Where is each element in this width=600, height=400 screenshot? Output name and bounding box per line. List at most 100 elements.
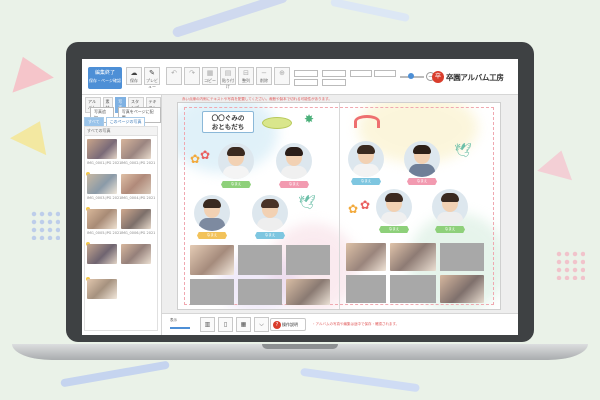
- empty-photo-frame[interactable]: [346, 275, 386, 303]
- add-button[interactable]: ⊕: [274, 67, 290, 85]
- decor-triangle: [537, 145, 579, 181]
- left-panel: アルバム 素材 写真 スタンプ テキスト 写真追加 写真をページに配置 すべて …: [82, 95, 162, 335]
- align-button[interactable]: ⊟ 整列: [238, 67, 254, 85]
- flower-decoration[interactable]: ✿: [190, 153, 200, 165]
- finish-sub-label: 保存・ページ確認: [89, 78, 121, 83]
- list-item[interactable]: IMG_0001.JPG 2021/03 IMG_0002.JPG 2021/0…: [85, 136, 157, 171]
- star-decoration[interactable]: ✸: [304, 113, 314, 125]
- bird-decoration[interactable]: 🕊: [454, 143, 472, 159]
- grid-view-button[interactable]: ▦: [236, 317, 251, 332]
- photo-thumbnail[interactable]: [87, 279, 117, 299]
- layout-warning-text: 赤い点線の内側にテキストや写真を配置してください。裁断や製本で切れる可能性があり…: [182, 97, 332, 101]
- name-ribbon[interactable]: なまえ: [279, 181, 309, 188]
- page-title[interactable]: 〇〇ぐみの おともだち: [202, 111, 254, 133]
- flower-decoration[interactable]: ✿: [348, 203, 358, 215]
- photo-thumbnail[interactable]: [87, 174, 117, 194]
- decor-triangle: [2, 49, 54, 93]
- name-ribbon[interactable]: なまえ: [379, 226, 409, 233]
- single-view-button[interactable]: ▯: [218, 317, 233, 332]
- child-portrait[interactable]: [218, 143, 254, 179]
- list-item[interactable]: [85, 276, 157, 311]
- name-ribbon[interactable]: なまえ: [407, 178, 437, 185]
- album-spread[interactable]: 〇〇ぐみの おともだち ✸ ✿ ✿ なまえ なまえ なまえ なまえ 🕊 なまえ …: [178, 103, 500, 309]
- height-field[interactable]: [322, 79, 346, 86]
- decor-stripe: [300, 367, 420, 393]
- placed-photo[interactable]: [190, 245, 234, 275]
- child-portrait[interactable]: [404, 141, 440, 177]
- help-button[interactable]: ? 操作説明: [270, 318, 306, 331]
- layout-button[interactable]: ⌵: [254, 317, 269, 332]
- redo-button[interactable]: ↷: [184, 67, 200, 85]
- child-portrait[interactable]: [252, 195, 288, 231]
- bottom-toolbar: 表示 ▥ ▯ ▦ ⌵ ? 操作説明 ・アルバムの写真や編集は途中で保存・確認され…: [162, 313, 518, 335]
- delete-button[interactable]: − 削除: [256, 67, 272, 85]
- logo-mark: 卒: [432, 71, 444, 83]
- name-ribbon[interactable]: なまえ: [197, 232, 227, 239]
- list-item[interactable]: IMG_0005.JPG 2021/03 IMG_0006.JPG 2021/0…: [85, 206, 157, 241]
- zoom-slider-knob[interactable]: [408, 73, 414, 79]
- rotation-field[interactable]: [350, 70, 372, 77]
- placed-photo[interactable]: [390, 243, 436, 271]
- photo-list-header: すべての写真: [85, 127, 157, 136]
- photo-thumbnail[interactable]: [121, 139, 151, 159]
- photo-thumbnail[interactable]: [121, 174, 151, 194]
- preview-button[interactable]: ✎ プレビュー: [144, 67, 160, 89]
- photo-thumbnail[interactable]: [121, 209, 151, 229]
- brand-logo: 卒 卒園アルバム工房: [432, 71, 504, 83]
- page-divider: [339, 103, 340, 309]
- finish-editing-button[interactable]: 編集終了 保存・ページ確認: [88, 67, 122, 89]
- child-portrait[interactable]: [432, 189, 468, 225]
- name-ribbon[interactable]: なまえ: [351, 178, 381, 185]
- copy-icon: ▦: [206, 69, 214, 77]
- y-field[interactable]: [322, 70, 346, 77]
- save-button[interactable]: ☁ 保存: [126, 67, 142, 85]
- empty-photo-frame[interactable]: [238, 245, 282, 275]
- photo-thumbnail[interactable]: [87, 139, 117, 159]
- cloud-save-icon: ☁: [130, 69, 138, 77]
- undo-button[interactable]: ↶: [166, 67, 182, 85]
- name-ribbon[interactable]: なまえ: [435, 226, 465, 233]
- x-field[interactable]: [294, 70, 318, 77]
- align-icon: ⊟: [243, 69, 249, 77]
- photo-caption: IMG_0001.JPG 2021/03: [87, 161, 121, 165]
- list-item[interactable]: IMG_0003.JPG 2021/03 IMG_0004.JPG 2021/0…: [85, 171, 157, 206]
- name-ribbon[interactable]: なまえ: [255, 232, 285, 239]
- child-portrait[interactable]: [276, 143, 312, 179]
- flower-decoration[interactable]: ✿: [360, 199, 370, 211]
- bird-decoration[interactable]: 🕊: [298, 195, 316, 211]
- child-portrait[interactable]: [376, 189, 412, 225]
- photo-thumbnail[interactable]: [121, 244, 151, 264]
- placed-photo[interactable]: [286, 279, 330, 305]
- width-field[interactable]: [294, 79, 318, 86]
- paste-button[interactable]: ▤ 貼り付け: [220, 67, 236, 89]
- decor-dots: [555, 250, 585, 280]
- preview-icon: ✎: [149, 69, 155, 77]
- name-ribbon[interactable]: なまえ: [221, 181, 251, 188]
- minus-icon: −: [261, 69, 267, 77]
- photo-caption: IMG_0005.JPG 2021/03: [87, 231, 121, 235]
- photo-thumbnail[interactable]: [87, 209, 117, 229]
- leaf-decoration[interactable]: [262, 117, 292, 129]
- flower-decoration[interactable]: ✿: [200, 149, 210, 161]
- empty-photo-frame[interactable]: [390, 275, 436, 303]
- opacity-field[interactable]: [374, 70, 396, 77]
- photo-thumbnail[interactable]: [87, 244, 117, 264]
- app-header: 編集終了 保存・ページ確認 ☁ 保存 ✎ プレビュー ↶ ↷ ▦ コピー ▤ 貼…: [82, 59, 518, 95]
- rainbow-decoration[interactable]: [354, 115, 380, 128]
- zoom-mini-slider[interactable]: [170, 327, 190, 329]
- empty-photo-frame[interactable]: [286, 245, 330, 275]
- child-portrait[interactable]: [348, 141, 384, 177]
- plus-icon: ⊕: [279, 69, 285, 77]
- empty-photo-frame[interactable]: [238, 279, 282, 305]
- page-view-button[interactable]: ▥: [200, 317, 215, 332]
- placed-photo[interactable]: [440, 275, 484, 303]
- empty-photo-frame[interactable]: [440, 243, 484, 271]
- child-portrait[interactable]: [194, 195, 230, 231]
- list-item[interactable]: [85, 241, 157, 276]
- delete-label: 削除: [260, 78, 268, 83]
- empty-photo-frame[interactable]: [190, 279, 234, 305]
- copy-button[interactable]: ▦ コピー: [202, 67, 218, 85]
- photo-list-scrollbar[interactable]: [157, 163, 158, 203]
- align-label: 整列: [242, 78, 250, 83]
- placed-photo[interactable]: [346, 243, 386, 271]
